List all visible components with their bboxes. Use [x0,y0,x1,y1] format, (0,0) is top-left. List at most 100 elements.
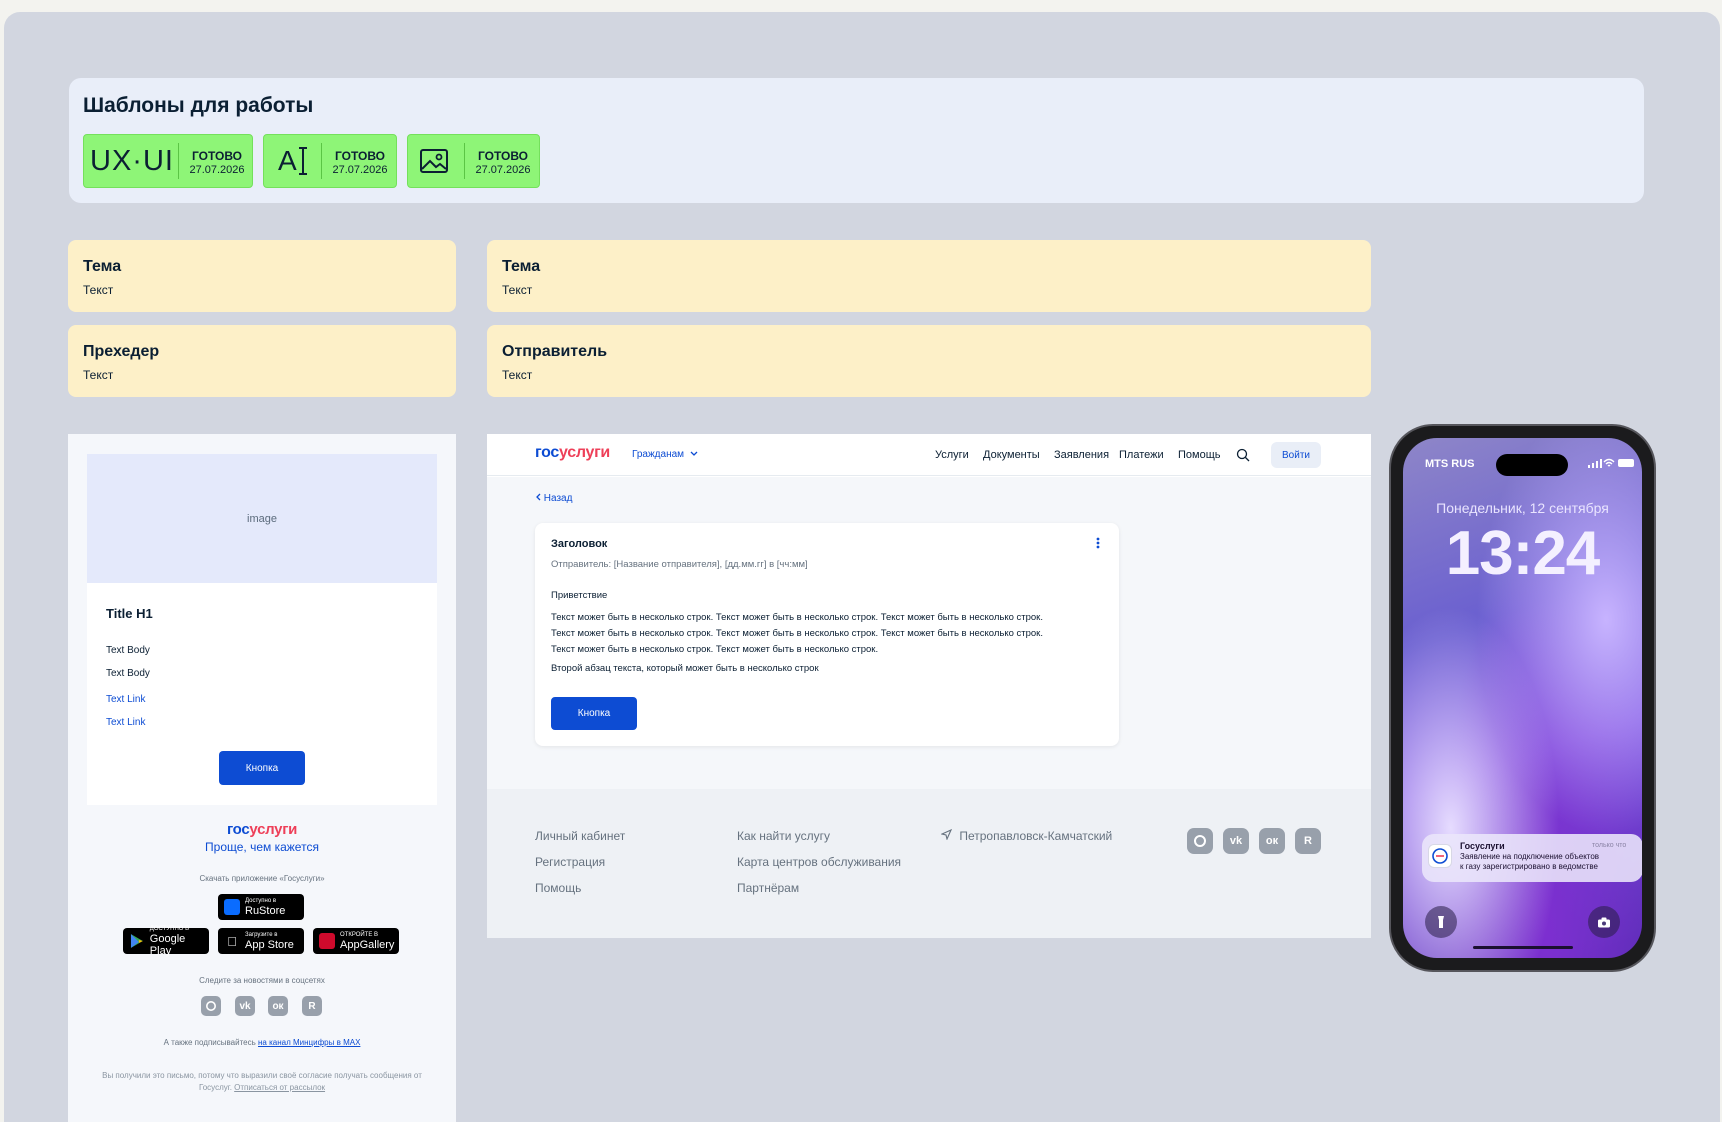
notification-app: Госуслуги [1460,841,1505,851]
message-sender: Отправитель: [Название отправителя], [дд… [551,559,808,570]
footer-link[interactable]: Партнёрам [737,881,799,895]
field-value: Текст [502,368,533,382]
max-channel-link[interactable]: на канал Минцифры в MAX [258,1038,360,1047]
field-label: Тема [83,258,122,275]
appgallery-badge[interactable]: ОТКРОЙТЕ В AppGallery [313,928,399,954]
badge-date: 27.07.2026 [332,164,388,176]
template-badge-uxui[interactable]: UX·UI ГОТОВО 27.07.2026 [83,134,253,188]
more-vertical-icon[interactable] [1096,537,1100,549]
footer-link[interactable]: Помощь [535,881,581,895]
rustore-icon [224,899,240,915]
back-link[interactable]: Назад [535,493,572,504]
field-value: Текст [502,283,533,297]
footer-link[interactable]: Как найти услугу [737,829,830,843]
gosuslugi-logo: госуслуги [226,821,298,838]
email-body-text: Text Body [106,645,150,656]
rutube-icon[interactable]: R [1295,828,1321,854]
flashlight-icon[interactable] [1425,906,1457,938]
email-disclaimer: Вы получили это письмо, потому что выраз… [102,1071,422,1092]
location-arrow-icon [940,828,953,841]
wifi-icon [1603,458,1615,467]
vk-icon[interactable]: vk [1223,828,1249,854]
nav-documents[interactable]: Документы [983,449,1040,461]
rutube-icon[interactable]: R [302,996,322,1016]
ok-icon[interactable]: ок [268,996,288,1016]
social-text: Следите за новостями в соцсетях [199,976,325,985]
message-title: Заголовок [551,538,608,550]
audience-dropdown[interactable]: Гражданам [632,449,698,460]
badge-date: 27.07.2026 [475,164,531,176]
image-icon [419,135,449,187]
chevron-down-icon [690,451,698,456]
footer-link[interactable]: Карта центров обслуживания [737,855,901,869]
field-subject-email[interactable]: Тема Текст [68,240,456,312]
ux-ui-icon: UX·UI [90,144,174,177]
search-icon[interactable] [1236,448,1250,462]
email-button[interactable]: Кнопка [219,751,305,785]
lock-screen: MTS RUS Понедельник, 12 сентября 13:24 Г… [1403,438,1642,958]
template-badge-image[interactable]: ГОТОВО 27.07.2026 [407,134,540,188]
footer-link[interactable]: Регистрация [535,855,605,869]
site-footer: Личный кабинет Регистрация Помощь Как на… [487,789,1371,938]
email-link[interactable]: Text Link [106,717,145,728]
chevron-left-icon [536,493,541,501]
email-link[interactable]: Text Link [106,694,145,705]
vk-icon[interactable]: vk [235,996,255,1016]
field-label: Отправитель [502,343,608,360]
field-subject-site[interactable]: Тема Текст [487,240,1371,312]
login-button[interactable]: Войти [1271,442,1321,468]
notification-card[interactable]: Госуслуги только что Заявление на подклю… [1422,834,1642,882]
nav-help[interactable]: Помощь [1178,449,1221,461]
subscribe-line: А также подписывайтесь на канал Минцифры… [163,1038,361,1047]
location-selector[interactable]: Петропавловск-Камчатский [940,828,1112,843]
ok-icon[interactable]: ок [1259,828,1285,854]
apple-icon:  [224,933,240,949]
nav-services[interactable]: Услуги [935,449,969,461]
template-badge-text[interactable]: A ГОТОВО 27.07.2026 [263,134,397,188]
app-store-badge[interactable]:  Загрузите вApp Store [218,928,304,954]
email-tagline: Проще, чем кажется [205,840,319,854]
badge-status: ГОТОВО [191,149,243,163]
email-title: Title H1 [106,606,153,621]
appgallery-icon [319,933,335,949]
google-play-badge[interactable]: ДОСТУПНО В Google Play [123,926,209,957]
rustore-badge[interactable]: Доступно в RuStore [218,894,304,920]
field-sender[interactable]: Отправитель Текст [487,325,1371,397]
battery-icon [1618,459,1634,467]
badge-divider [464,143,465,179]
download-text: Скачать приложение «Госуслуги» [199,874,325,883]
dynamic-island [1496,454,1568,476]
notification-text: Заявление на подключение объектов к газу… [1460,852,1600,871]
field-value: Текст [83,283,114,297]
nav-payments[interactable]: Платежи [1119,449,1164,461]
lock-date: Понедельник, 12 сентября [1436,500,1609,516]
lock-time: 13:24 [1445,519,1601,588]
badge-status: ГОТОВО [334,149,386,163]
message-button[interactable]: Кнопка [551,697,637,730]
signal-icon [1588,459,1602,468]
field-preheader[interactable]: Прехедер Текст [68,325,456,397]
badge-divider [321,143,322,179]
max-icon[interactable] [1187,828,1213,854]
email-card: image Title H1 Text Body Text Body Text … [87,454,437,805]
message-paragraph: Текст может быть в несколько строк. Текс… [551,612,1043,655]
message-card: Заголовок Отправитель: [Название отправи… [535,523,1119,746]
text-cursor-icon: A [278,135,308,187]
unsubscribe-link[interactable]: Отписаться от рассылок [234,1083,325,1092]
camera-icon[interactable] [1588,906,1620,938]
phone-mockup: MTS RUS Понедельник, 12 сентября 13:24 Г… [1389,424,1656,972]
badge-status: ГОТОВО [477,149,529,163]
message-paragraph-2: Второй абзац текста, который может быть … [551,663,819,674]
message-greeting: Приветствие [551,590,608,601]
email-image-placeholder: image [87,454,437,583]
carrier-label: MTS RUS [1425,458,1475,470]
email-preview: image Title H1 Text Body Text Body Text … [68,434,456,1122]
site-logo[interactable]: госуслуги [535,444,610,462]
nav-applications[interactable]: Заявления [1054,449,1109,461]
home-indicator [1473,946,1573,949]
templates-title: Шаблоны для работы [83,94,314,117]
footer-link[interactable]: Личный кабинет [535,829,625,843]
max-icon[interactable] [201,996,221,1016]
email-body-text: Text Body [106,668,150,679]
badge-date: 27.07.2026 [189,164,245,176]
